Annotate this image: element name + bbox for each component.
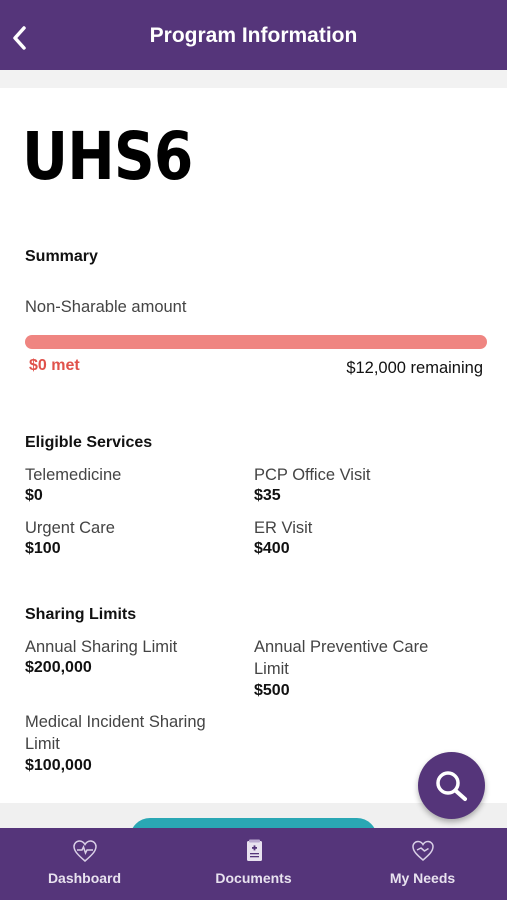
service-value: $0 [25,487,43,504]
limit-value: $500 [254,682,290,699]
service-value: $400 [254,540,290,557]
eligible-services-title: Eligible Services [25,434,153,451]
action-button[interactable] [130,818,377,828]
limit-label: Medical Incident Sharing Limit [25,713,206,753]
summary-title: Summary [25,248,98,265]
non-sharable-label: Non-Sharable amount [25,298,187,316]
tab-dashboard[interactable]: Dashboard [0,828,169,900]
header-divider [0,70,507,88]
search-fab[interactable] [418,752,485,819]
service-value: $35 [254,487,281,504]
service-label: ER Visit [254,519,313,537]
tab-documents[interactable]: Documents [169,828,338,900]
limit-value: $100,000 [25,757,92,774]
service-label: Urgent Care [25,519,115,537]
service-label: PCP Office Visit [254,466,371,484]
remaining-amount: $12,000 remaining [346,359,483,377]
service-label: Telemedicine [25,466,122,484]
heart-pulse-icon [72,840,97,862]
bottom-tab-bar: Dashboard Documents My Needs [0,828,507,900]
page-title: Program Information [149,24,358,47]
tab-my-needs[interactable]: My Needs [338,828,507,900]
document-icon [246,839,262,861]
non-sharable-progress-bar [25,335,487,349]
limit-label: Annual Preventive Care Limit [254,638,429,678]
heart-hands-icon [411,840,434,861]
limit-value: $200,000 [25,659,92,676]
service-value: $100 [25,540,61,557]
tab-label: Documents [215,870,292,886]
program-name: UHS6 [22,118,193,195]
sharing-limits-title: Sharing Limits [25,606,137,623]
search-icon [436,771,467,801]
limit-label: Annual Sharing Limit [25,638,178,656]
app-header: Program Information [0,0,507,70]
met-amount: $0 met [29,357,80,374]
tab-label: My Needs [389,870,456,886]
tab-label: Dashboard [47,870,122,886]
